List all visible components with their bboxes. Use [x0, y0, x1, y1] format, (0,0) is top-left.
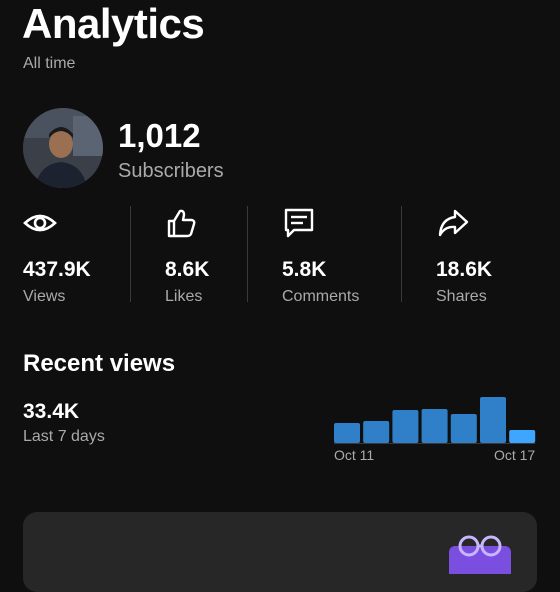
- recent-views-chart[interactable]: Oct 11 Oct 17: [330, 390, 542, 470]
- shares-value: 18.6K: [436, 258, 493, 281]
- divider: [401, 206, 402, 302]
- chart-tick-label: Oct 17: [494, 447, 535, 463]
- page-title: Analytics: [22, 0, 205, 47]
- share-icon: [438, 209, 469, 237]
- chart-bar-oct-17: [509, 430, 536, 443]
- chart-bar-oct-14: [421, 409, 448, 443]
- views-value: 437.9K: [23, 258, 91, 281]
- recent-views-title: Recent views: [23, 350, 176, 377]
- views-label: Views: [23, 288, 66, 305]
- chart-bar-oct-16: [480, 397, 506, 443]
- recent-views-period: Last 7 days: [23, 428, 105, 445]
- comments-value: 5.8K: [282, 258, 327, 281]
- avatar[interactable]: [23, 108, 103, 188]
- divider: [130, 206, 131, 302]
- chart-bar-oct-11: [334, 423, 360, 443]
- comment-icon: [284, 208, 314, 238]
- chart-tick-label: Oct 11: [334, 447, 374, 463]
- comments-label: Comments: [282, 288, 360, 305]
- subscriber-count: 1,012: [118, 117, 201, 154]
- recent-views-value: 33.4K: [23, 400, 80, 423]
- eye-icon: [23, 214, 57, 232]
- divider: [247, 206, 248, 302]
- chart-bar-oct-15: [450, 414, 477, 443]
- likes-label: Likes: [165, 288, 203, 305]
- chart-bar-oct-12: [363, 421, 390, 443]
- chart-bar-oct-13: [392, 410, 419, 443]
- shares-label: Shares: [436, 288, 487, 305]
- period-label: All time: [23, 55, 76, 72]
- glasses-icon: [449, 535, 511, 574]
- likes-value: 8.6K: [165, 258, 210, 281]
- thumbs-up-icon: [167, 209, 196, 238]
- promo-card[interactable]: [23, 512, 537, 592]
- subscriber-label: Subscribers: [118, 160, 224, 182]
